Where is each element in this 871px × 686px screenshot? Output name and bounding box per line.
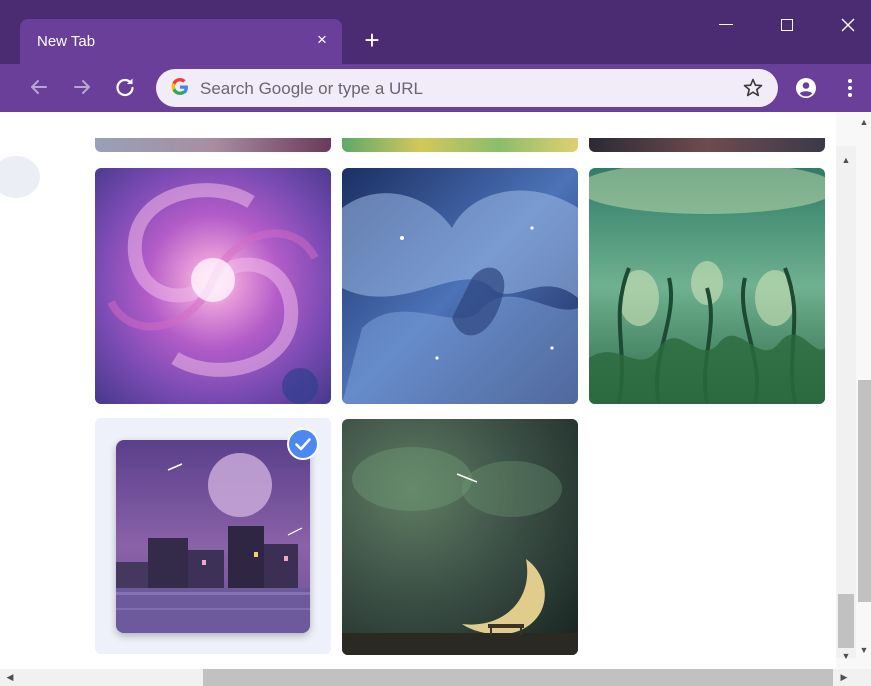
background-tile-partial[interactable]	[95, 138, 331, 152]
scroll-right-arrow-icon[interactable]: ▶	[838, 671, 850, 683]
galaxy-image	[95, 168, 331, 404]
background-tile-partial[interactable]	[589, 138, 825, 152]
page-scrollbar-thumb[interactable]	[858, 380, 871, 602]
page-scroll-down-arrow-icon[interactable]: ▼	[858, 644, 870, 656]
reload-button[interactable]	[112, 74, 138, 100]
dialog-scrollbar-thumb[interactable]	[838, 594, 854, 648]
google-logo-icon	[170, 77, 190, 99]
omnibox[interactable]: Search Google or type a URL	[156, 69, 778, 107]
tab-new-tab[interactable]: New Tab ×	[20, 19, 342, 64]
forward-arrow-icon	[74, 80, 90, 94]
background-tile-green-abstract[interactable]	[589, 168, 825, 404]
toolbar: Search Google or type a URL	[0, 64, 871, 112]
page-scroll-up-arrow-icon[interactable]: ▲	[858, 116, 870, 128]
background-tile-purple-galaxy[interactable]	[95, 168, 331, 404]
tab-title: New Tab	[37, 33, 96, 50]
minimize-button[interactable]	[703, 8, 749, 42]
page-content	[0, 112, 871, 669]
selected-check-icon	[287, 428, 319, 460]
dialog-scroll-down-arrow-icon[interactable]: ▼	[840, 650, 852, 662]
profile-icon[interactable]	[795, 77, 817, 99]
forward-button[interactable]	[69, 74, 95, 100]
new-tab-button[interactable]: +	[358, 26, 386, 54]
background-tile-partial[interactable]	[342, 138, 578, 152]
browser-window: New Tab × + Search Google or type a URL …	[0, 0, 871, 686]
dialog-scrollbar-track[interactable]	[836, 146, 856, 658]
horizontal-scrollbar[interactable]: ◀ ▶	[0, 669, 871, 686]
background-tile-crescent-moon[interactable]	[342, 419, 578, 655]
maximize-button[interactable]	[764, 8, 810, 42]
maximize-icon	[781, 19, 793, 31]
night-city-image	[116, 440, 310, 633]
back-arrow-icon	[31, 80, 47, 94]
background-tile-blue-nebula[interactable]	[342, 168, 578, 404]
green-abstract-image	[589, 168, 825, 404]
scroll-left-arrow-icon[interactable]: ◀	[4, 671, 16, 683]
side-circle-button[interactable]	[0, 156, 40, 198]
back-button[interactable]	[26, 74, 52, 100]
nebula-image	[342, 168, 578, 404]
crescent-moon-image	[342, 419, 578, 655]
minimize-icon	[719, 24, 733, 25]
bookmark-star-icon[interactable]	[742, 77, 764, 99]
reload-icon	[116, 78, 134, 97]
title-bar: New Tab × +	[0, 0, 871, 64]
close-icon	[841, 18, 855, 32]
kebab-menu-icon[interactable]	[843, 77, 857, 99]
window-close-button[interactable]	[825, 8, 871, 42]
tab-close-icon[interactable]: ×	[313, 28, 331, 52]
horizontal-scrollbar-thumb[interactable]	[203, 669, 833, 686]
omnibox-placeholder: Search Google or type a URL	[200, 79, 424, 98]
dialog-scroll-up-arrow-icon[interactable]: ▲	[840, 154, 852, 166]
